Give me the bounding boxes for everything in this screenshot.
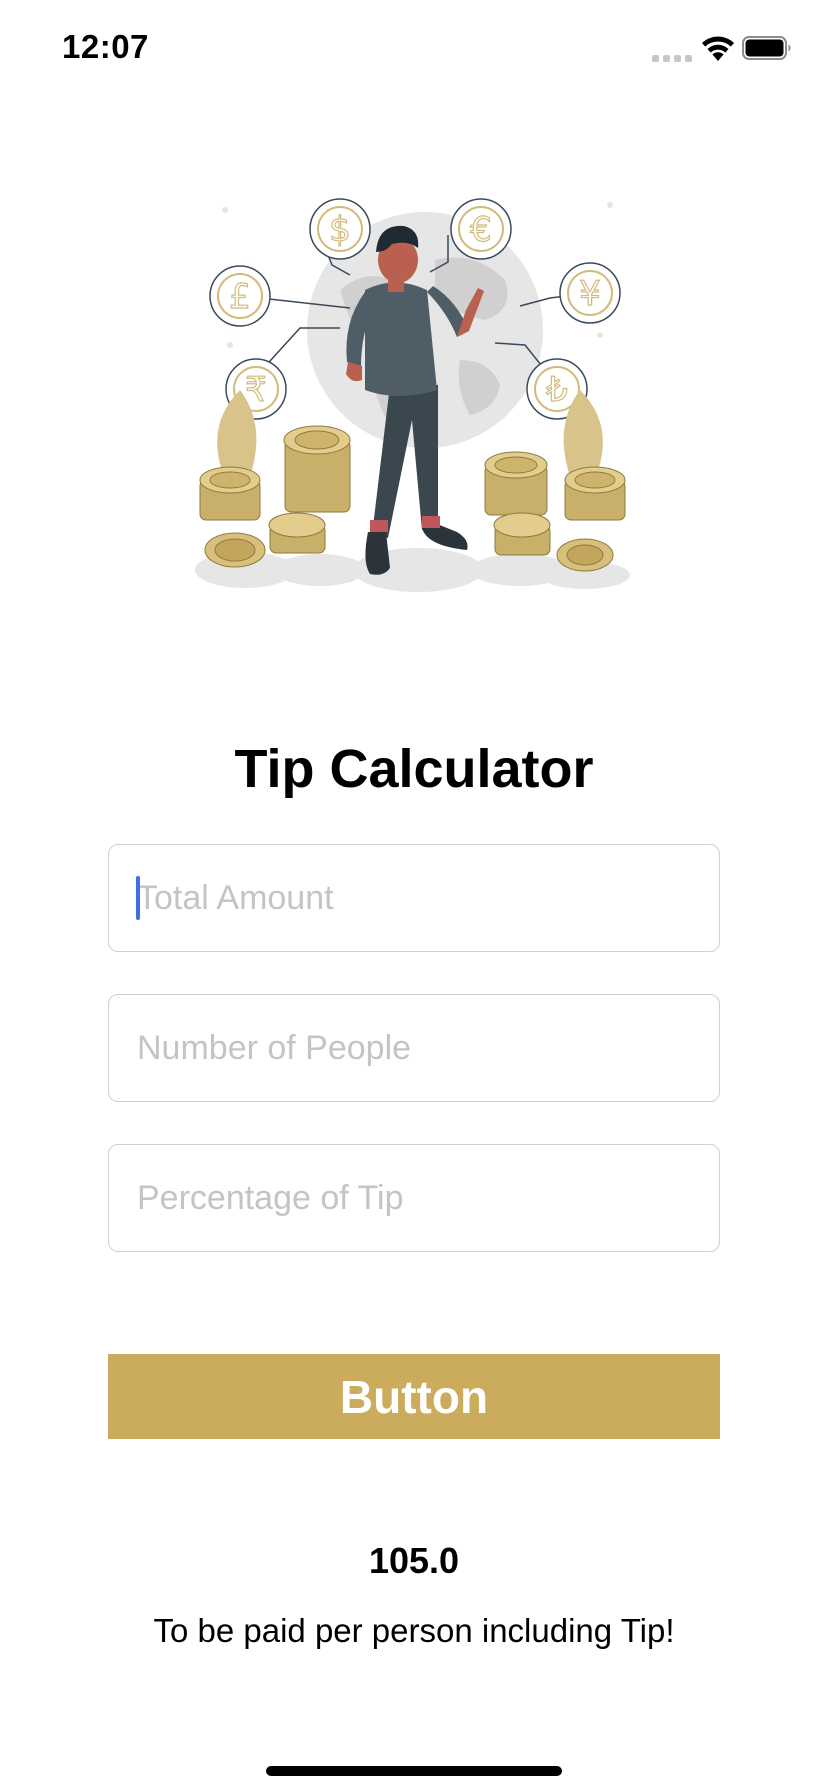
result-value: 105.0 bbox=[368, 1540, 460, 1581]
total-amount-input[interactable] bbox=[108, 844, 720, 952]
svg-text:₺: ₺ bbox=[546, 370, 568, 410]
percentage-of-tip-input[interactable] bbox=[108, 1144, 720, 1252]
svg-text:¥: ¥ bbox=[579, 274, 601, 314]
status-time: 12:07 bbox=[62, 28, 149, 65]
wifi-icon bbox=[702, 36, 734, 61]
svg-text:£: £ bbox=[229, 277, 251, 317]
svg-text:$: $ bbox=[329, 210, 351, 250]
battery-icon bbox=[742, 36, 791, 60]
page-title: Tip Calculator bbox=[234, 739, 594, 799]
number-of-people-input[interactable] bbox=[108, 994, 720, 1102]
home-indicator[interactable] bbox=[266, 1766, 562, 1776]
result-caption: To be paid per person including Tip! bbox=[153, 1612, 675, 1649]
text-caret bbox=[136, 876, 140, 920]
cellular-signal-icon bbox=[652, 52, 692, 62]
currency-exchange-illustration: $ € £ ¥ ₹ ₺ bbox=[195, 198, 630, 592]
svg-text:€: € bbox=[470, 210, 492, 250]
calculate-button[interactable]: Button bbox=[108, 1354, 720, 1439]
tip-calculator-screen: 12:07 $ € £ ¥ ₹ ₺ Tip Calculator Total A… bbox=[0, 0, 828, 1792]
